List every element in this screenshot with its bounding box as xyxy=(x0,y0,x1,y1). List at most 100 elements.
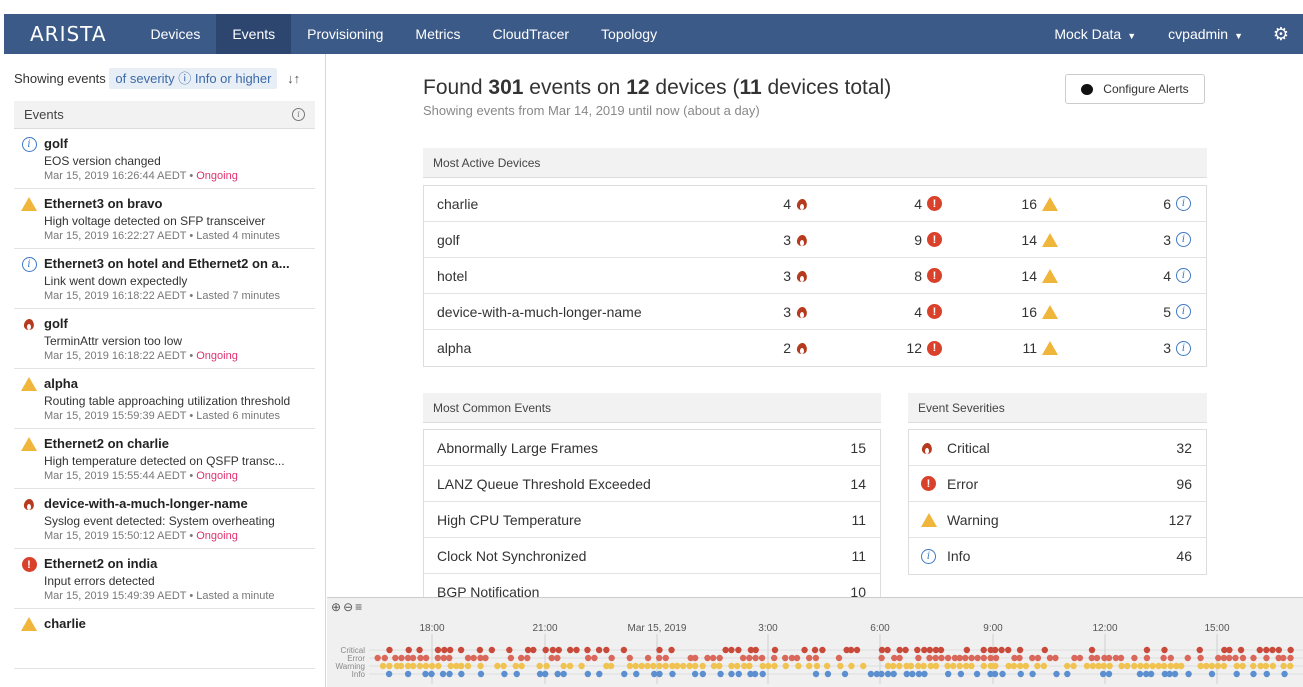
severity-row[interactable]: Critical 32 xyxy=(909,430,1206,466)
timeline-event-dot[interactable] xyxy=(447,662,454,670)
timeline-event-dot[interactable] xyxy=(458,670,465,678)
timeline-event-dot[interactable] xyxy=(1005,646,1012,654)
timeline-event-dot[interactable] xyxy=(1167,662,1174,670)
timeline-event-dot[interactable] xyxy=(824,670,832,678)
timeline-event-dot[interactable] xyxy=(739,654,747,662)
event-list-item[interactable]: Ethernet3 on bravo High voltage detected … xyxy=(14,189,315,249)
timeline-event-dot[interactable] xyxy=(771,646,779,654)
timeline-event-dot[interactable] xyxy=(1143,646,1151,654)
timeline-event-dot[interactable] xyxy=(980,646,987,654)
timeline-event-dot[interactable] xyxy=(991,670,999,678)
timeline-event-dot[interactable] xyxy=(686,662,693,670)
timeline-event-dot[interactable] xyxy=(1197,654,1204,662)
timeline-event-dot[interactable] xyxy=(962,654,969,662)
timeline-event-dot[interactable] xyxy=(968,654,975,662)
timeline-event-dot[interactable] xyxy=(944,654,952,662)
timeline-event-dot[interactable] xyxy=(992,662,999,670)
common-event-row[interactable]: Clock Not Synchronized 11 xyxy=(424,538,880,574)
timeline-event-dot[interactable] xyxy=(1147,670,1155,678)
timeline-event-dot[interactable] xyxy=(482,654,489,662)
timeline-event-dot[interactable] xyxy=(728,662,735,670)
timeline-event-dot[interactable] xyxy=(500,662,507,670)
timeline-event-dot[interactable] xyxy=(1269,646,1276,654)
timeline-event-dot[interactable] xyxy=(1124,662,1131,670)
timeline-event-dot[interactable] xyxy=(896,662,903,670)
timeline-event-dot[interactable] xyxy=(974,654,981,662)
timeline-event-dot[interactable] xyxy=(404,670,412,678)
timeline-event-dot[interactable] xyxy=(758,654,766,662)
mock-data-dropdown[interactable]: Mock Data ▼ xyxy=(1038,14,1152,54)
timeline-event-dot[interactable] xyxy=(1225,654,1233,662)
timeline-event-dot[interactable] xyxy=(903,670,910,678)
sort-icon[interactable]: ↓↑ xyxy=(287,71,300,86)
event-list-item[interactable]: charlie xyxy=(14,609,315,669)
timeline-event-dot[interactable] xyxy=(417,654,424,662)
timeline-event-dot[interactable] xyxy=(374,654,381,662)
timeline-event-dot[interactable] xyxy=(841,670,849,678)
timeline-event-dot[interactable] xyxy=(506,646,513,654)
timeline-event-dot[interactable] xyxy=(1280,662,1287,670)
configure-alerts-button[interactable]: Configure Alerts xyxy=(1065,74,1205,104)
timeline-event-dot[interactable] xyxy=(1171,670,1179,678)
error-count-cell[interactable]: 8! xyxy=(914,268,942,284)
device-name[interactable]: golf xyxy=(437,232,460,248)
gear-icon[interactable]: ⚙ xyxy=(1259,24,1303,45)
timeline-event-dot[interactable] xyxy=(921,646,928,654)
timeline-event-dot[interactable] xyxy=(812,654,820,662)
timeline-event-dot[interactable] xyxy=(555,646,562,654)
nav-devices[interactable]: Devices xyxy=(135,14,217,54)
timeline-event-dot[interactable] xyxy=(1281,670,1288,678)
timeline-event-dot[interactable] xyxy=(1287,654,1294,662)
timeline-event-dot[interactable] xyxy=(494,662,501,670)
timeline-event-dot[interactable] xyxy=(751,670,759,678)
timeline-event-dot[interactable] xyxy=(1106,662,1113,670)
timeline-event-dot[interactable] xyxy=(573,646,580,654)
timeline-event-dot[interactable] xyxy=(591,654,598,662)
timeline-event-dot[interactable] xyxy=(1131,662,1138,670)
timeline-event-dot[interactable] xyxy=(1237,646,1245,654)
timeline-event-dot[interactable] xyxy=(699,670,707,678)
severity-filter-chip[interactable]: of severity ⓘ Info or higher xyxy=(109,68,278,89)
timeline-event-dot[interactable] xyxy=(771,662,778,670)
error-count-cell[interactable]: 4! xyxy=(914,304,942,320)
timeline-event-dot[interactable] xyxy=(956,654,963,662)
timeline-event-dot[interactable] xyxy=(1232,654,1239,662)
timeline-event-dot[interactable] xyxy=(446,670,453,678)
timeline-event-dot[interactable] xyxy=(554,670,561,678)
timeline-event-dot[interactable] xyxy=(1226,646,1233,654)
timeline-event-dot[interactable] xyxy=(717,670,724,678)
timeline-event-dot[interactable] xyxy=(819,646,826,654)
timeline-event-dot[interactable] xyxy=(650,662,657,670)
timeline-event-dot[interactable] xyxy=(673,662,681,670)
warning-count-cell[interactable]: 11 xyxy=(1022,340,1058,356)
timeline-event-dot[interactable] xyxy=(638,662,645,670)
timeline-event-dot[interactable] xyxy=(1203,662,1210,670)
timeline-event-dot[interactable] xyxy=(1070,662,1077,670)
timeline-event-dot[interactable] xyxy=(464,662,472,670)
timeline-event-dot[interactable] xyxy=(1197,662,1204,670)
timeline-event-dot[interactable] xyxy=(1083,662,1091,670)
event-list-item[interactable]: i Ethernet3 on hotel and Ethernet2 on a..… xyxy=(14,249,315,309)
timeline-event-dot[interactable] xyxy=(1250,654,1257,662)
timeline-event-dot[interactable] xyxy=(513,670,520,678)
timeline-event-dot[interactable] xyxy=(1093,654,1101,662)
device-name[interactable]: device-with-a-much-longer-name xyxy=(437,304,642,320)
timeline-event-dot[interactable] xyxy=(621,670,628,678)
info-count-cell[interactable]: 3i xyxy=(1163,340,1191,356)
event-list-item[interactable]: alpha Routing table approaching utilizati… xyxy=(14,369,315,429)
timeline-event-dot[interactable] xyxy=(867,670,875,678)
timeline-event-dot[interactable] xyxy=(847,646,855,654)
timeline-event-dot[interactable] xyxy=(805,662,813,670)
timeline-event-dot[interactable] xyxy=(405,646,412,654)
timeline-event-dot[interactable] xyxy=(909,670,916,678)
timeline-event-dot[interactable] xyxy=(607,662,615,670)
timeline-event-dot[interactable] xyxy=(991,646,999,654)
timeline-event-dot[interactable] xyxy=(1016,646,1024,654)
nav-cloudtracer[interactable]: CloudTracer xyxy=(477,14,586,54)
device-row[interactable]: hotel 3 8! 14 4 i xyxy=(424,258,1206,294)
event-list-item[interactable]: Ethernet2 on charlie High temperature det… xyxy=(14,429,315,489)
common-event-row[interactable]: BGP Notification 10 xyxy=(424,574,880,597)
timeline-event-dot[interactable] xyxy=(1208,670,1216,678)
timeline-event-dot[interactable] xyxy=(1149,662,1156,670)
timeline-event-dot[interactable] xyxy=(770,654,778,662)
